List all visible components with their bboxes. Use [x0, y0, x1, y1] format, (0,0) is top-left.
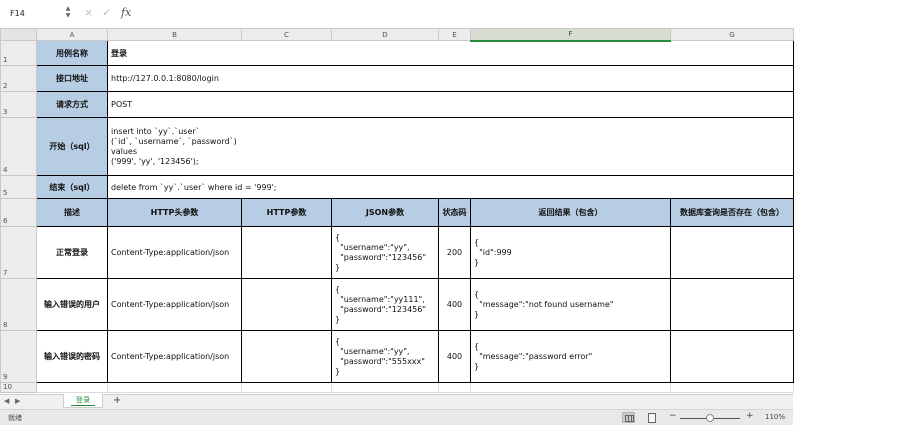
header-result[interactable]: 返回结果（包含） [470, 198, 671, 227]
name-box-stepper-icon[interactable]: ▲ ▼ [64, 5, 72, 21]
spreadsheet-grid: A B C D E F G 1 用例名称 登录 2 接口地址 http://12… [0, 28, 794, 394]
sheet-tab-label: 登录 [76, 396, 90, 404]
empty-cell[interactable] [670, 382, 794, 393]
case-status-cell[interactable]: 400 [438, 330, 471, 383]
row-header-7[interactable]: 7 [0, 226, 37, 279]
header-desc[interactable]: 描述 [36, 198, 108, 227]
case-json-cell[interactable]: { "username":"yy111", "password":"123456… [331, 278, 439, 331]
formula-input[interactable] [142, 8, 782, 21]
case-name-cell[interactable]: 登录 [107, 40, 794, 66]
column-header-g[interactable]: G [670, 28, 794, 41]
case-desc-cell[interactable]: 输入错误的密码 [36, 330, 108, 383]
empty-cell[interactable] [438, 382, 471, 393]
add-sheet-icon[interactable]: + [113, 395, 121, 406]
header-json-params[interactable]: JSON参数 [331, 198, 439, 227]
column-header-a[interactable]: A [36, 28, 108, 41]
normal-view-icon[interactable] [622, 412, 635, 423]
sheet-table: A B C D E F G 1 用例名称 登录 2 接口地址 http://12… [0, 28, 794, 393]
name-box[interactable]: F14 [10, 9, 25, 18]
method-cell[interactable]: POST [107, 91, 794, 118]
column-header-d[interactable]: D [331, 28, 439, 41]
case-status-cell[interactable]: 400 [438, 278, 471, 331]
header-status-code[interactable]: 状态码 [438, 198, 471, 227]
case-desc-cell[interactable]: 正常登录 [36, 226, 108, 279]
url-cell[interactable]: http://127.0.0.1:8080/login [107, 65, 794, 92]
formula-bar: F14 ▲ ▼ × ✓ fx [0, 0, 793, 28]
zoom-out-icon[interactable]: − [669, 411, 677, 421]
case-desc-cell[interactable]: 输入错误的用户 [36, 278, 108, 331]
insert-function-icon[interactable]: fx [121, 6, 131, 19]
zoom-slider-handle[interactable] [706, 414, 714, 422]
column-header-c[interactable]: C [241, 28, 332, 41]
case-http-headers-cell[interactable]: Content-Type:application/json [107, 278, 242, 331]
case-db-check-cell[interactable] [670, 330, 794, 383]
row-header-5[interactable]: 5 [0, 175, 37, 199]
header-http-params[interactable]: HTTP参数 [241, 198, 332, 227]
page-layout-view-icon[interactable] [646, 412, 657, 423]
select-all-corner[interactable] [0, 28, 37, 41]
sheet-tab-bar: ◀ ▶ 登录 + [0, 394, 793, 409]
case-http-params-cell[interactable] [241, 278, 332, 331]
row-header-2[interactable]: 2 [0, 65, 37, 92]
case-http-headers-cell[interactable]: Content-Type:application/json [107, 330, 242, 383]
column-header-e[interactable]: E [438, 28, 471, 41]
case-json-cell[interactable]: { "username":"yy", "password":"555xxx" } [331, 330, 439, 383]
row-header-3[interactable]: 3 [0, 91, 37, 118]
method-label[interactable]: 请求方式 [36, 91, 108, 118]
row-header-6[interactable]: 6 [0, 198, 37, 227]
case-status-cell[interactable]: 200 [438, 226, 471, 279]
confirm-icon[interactable]: ✓ [102, 6, 111, 19]
case-http-params-cell[interactable] [241, 330, 332, 383]
status-bar: 就绪 − + 110% [0, 409, 793, 425]
zoom-in-icon[interactable]: + [746, 411, 754, 421]
case-db-check-cell[interactable] [670, 226, 794, 279]
setup-sql-cell[interactable]: insert into `yy`.`user` (`id`, `username… [107, 117, 794, 176]
case-json-cell[interactable]: { "username":"yy", "password":"123456" } [331, 226, 439, 279]
previous-sheet-icon[interactable]: ◀ [4, 397, 9, 405]
row-header-8[interactable]: 8 [0, 278, 37, 331]
empty-cell[interactable] [36, 382, 108, 393]
case-name-label[interactable]: 用例名称 [36, 40, 108, 66]
cancel-icon[interactable]: × [84, 6, 93, 19]
setup-sql-label[interactable]: 开始（sql） [36, 117, 108, 176]
row-header-1[interactable]: 1 [0, 40, 37, 66]
row-header-10[interactable]: 10 [0, 382, 37, 393]
zoom-level[interactable]: 110% [765, 413, 785, 421]
empty-cell[interactable] [331, 382, 439, 393]
empty-cell[interactable] [470, 382, 671, 393]
case-http-headers-cell[interactable]: Content-Type:application/json [107, 226, 242, 279]
case-db-check-cell[interactable] [670, 278, 794, 331]
case-http-params-cell[interactable] [241, 226, 332, 279]
row-header-9[interactable]: 9 [0, 330, 37, 383]
column-header-f[interactable]: F [470, 28, 671, 42]
case-result-cell[interactable]: { "id":999 } [470, 226, 671, 279]
case-result-cell[interactable]: { "message":"password error" } [470, 330, 671, 383]
header-http-headers[interactable]: HTTP头参数 [107, 198, 242, 227]
active-tab-indicator [71, 405, 95, 406]
teardown-sql-label[interactable]: 结束（sql） [36, 175, 108, 199]
teardown-sql-cell[interactable]: delete from `yy`.`user` where id = '999'… [107, 175, 794, 199]
empty-cell[interactable] [241, 382, 332, 393]
status-text: 就绪 [8, 414, 22, 422]
next-sheet-icon[interactable]: ▶ [15, 397, 20, 405]
sheet-tab-login[interactable]: 登录 [63, 394, 103, 408]
header-db-check[interactable]: 数据库查询是否存在（包含） [670, 198, 794, 227]
url-label[interactable]: 接口地址 [36, 65, 108, 92]
column-header-b[interactable]: B [107, 28, 242, 41]
empty-cell[interactable] [107, 382, 242, 393]
case-result-cell[interactable]: { "message":"not found username" } [470, 278, 671, 331]
row-header-4[interactable]: 4 [0, 117, 37, 176]
